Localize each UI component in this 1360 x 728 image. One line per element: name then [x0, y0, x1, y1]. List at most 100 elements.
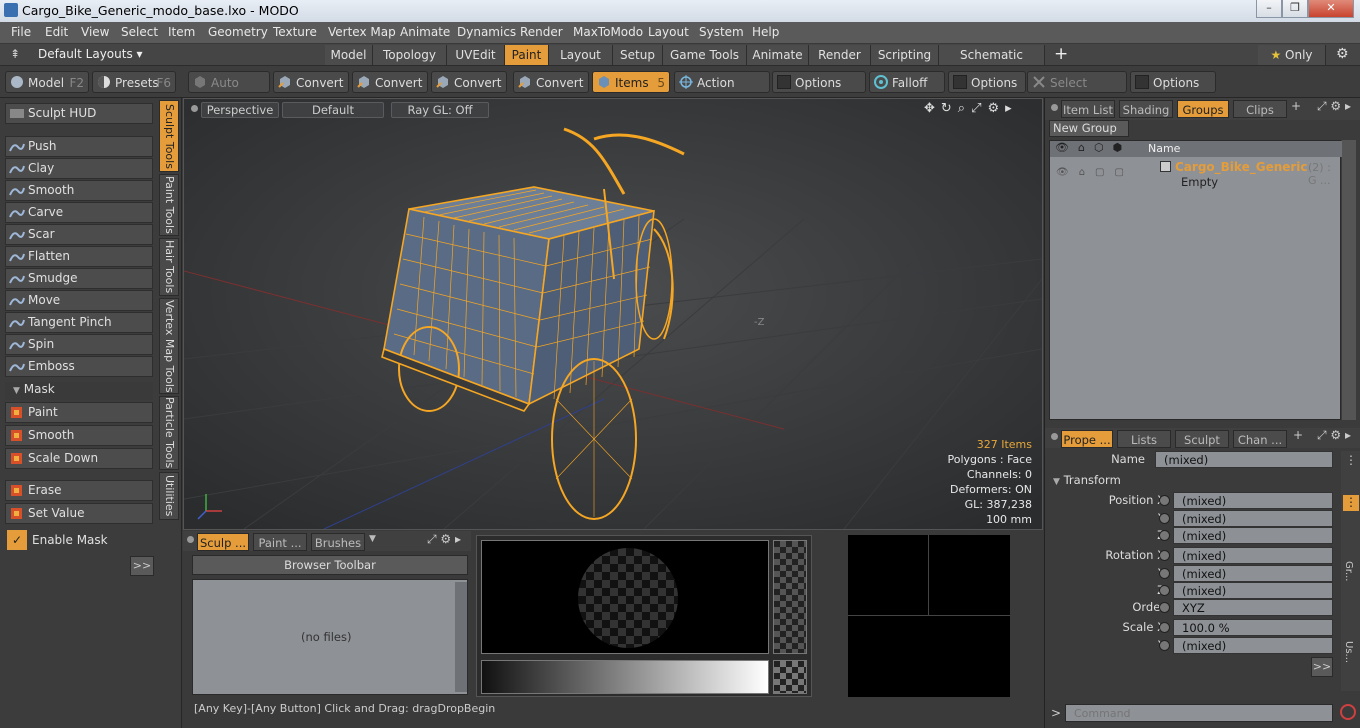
gear-icon[interactable]: ⚙ [1336, 46, 1349, 62]
minimize-button[interactable]: – [1256, 0, 1282, 18]
tab-groups[interactable]: Groups [1177, 100, 1229, 118]
convert-edges-button[interactable]: Convert [352, 71, 428, 93]
default-layouts-dropdown[interactable]: Default Layouts ▾ [38, 47, 143, 61]
panel-menu-dot-icon[interactable] [1051, 104, 1058, 111]
action-center-options-button[interactable]: Options [772, 71, 866, 93]
sculpt-tool-spin[interactable]: Spin [5, 334, 153, 355]
raygl-toggle[interactable]: Ray GL: Off [391, 102, 489, 118]
tab-topology[interactable]: Topology [373, 45, 447, 65]
tab-animate[interactable]: Animate [747, 45, 809, 65]
menu-help[interactable]: Help [752, 25, 779, 39]
menu-animate[interactable]: Animate [400, 25, 450, 39]
groups-list[interactable]: 👁⌂⬡⬢ Name 👁⌂▢▢ Cargo_Bike_Generic (2) : … [1049, 140, 1342, 420]
file-browser[interactable]: (no files) [192, 579, 468, 695]
keyframe-dot-icon[interactable] [1159, 602, 1170, 613]
command-input[interactable] [1065, 704, 1333, 722]
file-browser-scrollbar[interactable] [455, 582, 467, 692]
items-mode-button[interactable]: Items 5 [592, 71, 670, 93]
perspective-dropdown[interactable]: Perspective [201, 102, 279, 118]
viewport-canvas[interactable] [184, 99, 1042, 529]
add-tab-icon[interactable]: + [1291, 99, 1301, 113]
more-vertical-icon[interactable]: ⋮ [1345, 453, 1357, 467]
sculpt-tool-push[interactable]: Push [5, 136, 153, 157]
panel-menu-dot-icon[interactable] [187, 536, 194, 543]
panel-menu-dot-icon[interactable] [1051, 433, 1058, 440]
viewport-menu-dot-icon[interactable] [191, 105, 198, 112]
sculpt-tool-tangent-pinch[interactable]: Tangent Pinch [5, 312, 153, 333]
property-value-field[interactable]: (mixed) [1173, 582, 1333, 599]
set-value-button[interactable]: Set Value [5, 503, 153, 524]
mask-tool-paint[interactable]: Paint [5, 402, 153, 423]
sculpt-tool-smooth[interactable]: Smooth [5, 180, 153, 201]
keyframe-dot-icon[interactable] [1159, 585, 1170, 596]
keyframe-dot-icon[interactable] [1159, 622, 1170, 633]
browser-toolbar-button[interactable]: Browser Toolbar [192, 555, 468, 575]
falloff-button[interactable]: Falloff [869, 71, 945, 93]
sculpt-tool-flatten[interactable]: Flatten [5, 246, 153, 267]
property-value-field[interactable]: XYZ [1173, 599, 1333, 616]
convert-polygons-button[interactable]: Convert [431, 71, 507, 93]
tab-sculpt[interactable]: Sculpt [1175, 430, 1229, 448]
property-value-field[interactable]: 100.0 % [1173, 619, 1333, 636]
tab-schematic-fusion[interactable]: Schematic Fusion [939, 45, 1045, 82]
sculpt-tool-scar[interactable]: Scar [5, 224, 153, 245]
tab-paint[interactable]: Paint [505, 45, 549, 65]
tab-setup[interactable]: Setup [613, 45, 663, 65]
group-row[interactable]: 👁⌂▢▢ Cargo_Bike_Generic (2) : G ... Empt… [1050, 159, 1342, 191]
mask-tool-smooth[interactable]: Smooth [5, 425, 153, 446]
property-value-field[interactable]: (mixed) [1173, 510, 1333, 527]
property-value-field[interactable]: (mixed) [1173, 492, 1333, 509]
maximize-button[interactable]: ❐ [1282, 0, 1308, 18]
enable-mask-toggle[interactable]: ✓ Enable Mask [5, 529, 153, 551]
panel-options-icons[interactable]: ⤢ ⚙ ▸ [1317, 428, 1351, 443]
vtab-sculpt-tools[interactable]: Sculpt Tools [159, 100, 179, 172]
tab-paint-presets[interactable]: Paint ... [253, 533, 307, 551]
more-vertical-active-icon[interactable]: ⋮ [1343, 495, 1359, 511]
close-button[interactable]: ✕ [1308, 0, 1354, 18]
menu-select[interactable]: Select [121, 25, 158, 39]
keyframe-dot-icon[interactable] [1159, 550, 1170, 561]
viewport-nav-icons[interactable]: ✥↻⌕⤢⚙▸ [924, 101, 1018, 116]
sculpt-tool-clay[interactable]: Clay [5, 158, 153, 179]
tab-brushes[interactable]: Brushes [311, 533, 365, 551]
select-through-options-button[interactable]: Options [1130, 71, 1216, 93]
keyframe-dot-icon[interactable] [1159, 640, 1170, 651]
expand-more-button[interactable]: >> [130, 556, 154, 576]
menu-geometry[interactable]: Geometry [208, 25, 268, 39]
tab-lists[interactable]: Lists [1117, 430, 1171, 448]
vtab-vertex-map-tools[interactable]: Vertex Map Tools [159, 298, 179, 394]
vtab-particle-tools[interactable]: Particle Tools [159, 396, 179, 470]
add-tab-icon[interactable]: + [1293, 428, 1303, 442]
tab-render[interactable]: Render [809, 45, 871, 65]
record-icon[interactable] [1340, 704, 1356, 720]
row-visibility-icons[interactable]: 👁⌂▢▢ [1056, 167, 1134, 178]
vtab-utilities[interactable]: Utilities [159, 472, 179, 520]
convert-items-button[interactable]: Convert [513, 71, 589, 93]
auto-select-button[interactable]: Auto Select [188, 71, 270, 112]
shading-default-dropdown[interactable]: Default [282, 102, 384, 118]
property-value-field[interactable]: (mixed) [1173, 565, 1333, 582]
presets-button[interactable]: Presets F6 [92, 71, 176, 93]
tab-clips[interactable]: Clips [1233, 100, 1287, 118]
brush-strength-bar[interactable] [773, 540, 807, 654]
transform-section-header[interactable]: ▼ Transform [1053, 473, 1121, 487]
menu-edit[interactable]: Edit [45, 25, 68, 39]
select-through-button[interactable]: Select Through [1027, 71, 1127, 112]
panel-options-icons[interactable]: ⤢ ⚙ ▸ [427, 532, 461, 547]
menu-layout[interactable]: Layout [648, 25, 689, 39]
action-center-button[interactable]: Action Center [674, 71, 770, 112]
menu-maxtomodo[interactable]: MaxToModo [573, 25, 643, 39]
property-value-field[interactable]: (mixed) [1173, 547, 1333, 564]
brush-gradient-bar[interactable] [481, 660, 769, 694]
vtab-hair-tools[interactable]: Hair Tools [159, 238, 179, 296]
menu-render[interactable]: Render [520, 25, 563, 39]
new-group-button[interactable]: New Group [1049, 120, 1129, 137]
side-tab-user[interactable]: Us... [1343, 641, 1354, 663]
menu-file[interactable]: File [11, 25, 31, 39]
sculpt-tool-carve[interactable]: Carve [5, 202, 153, 223]
sculpt-tool-move[interactable]: Move [5, 290, 153, 311]
tab-model[interactable]: Model [325, 45, 373, 65]
properties-expand-button[interactable]: >> [1311, 657, 1333, 677]
menu-view[interactable]: View [81, 25, 109, 39]
menu-system[interactable]: System [699, 25, 744, 39]
